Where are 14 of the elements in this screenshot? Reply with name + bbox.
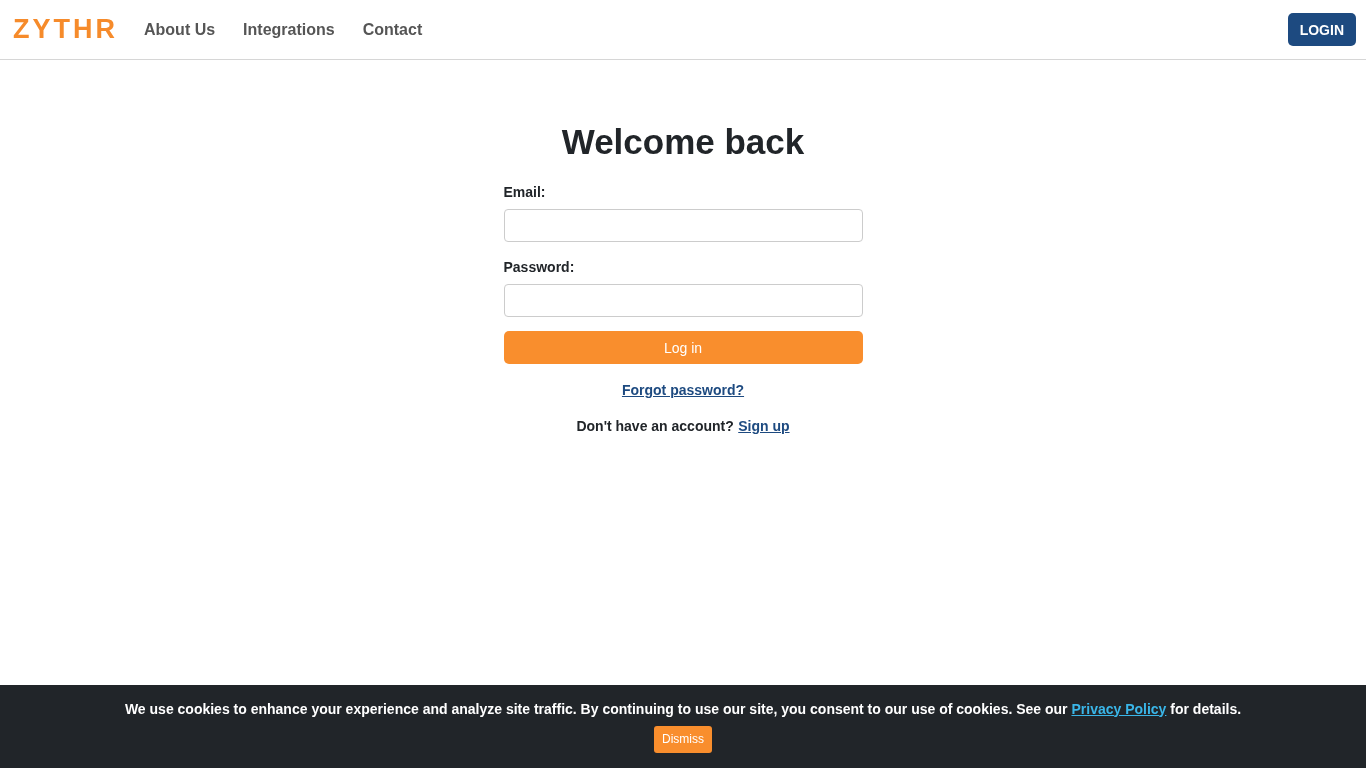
- privacy-policy-link[interactable]: Privacy Policy: [1071, 700, 1167, 717]
- password-field[interactable]: [503, 284, 863, 317]
- nav-link[interactable]: Integrations: [243, 20, 335, 39]
- field-label: Email:: [503, 184, 547, 200]
- signup-link[interactable]: Sign up: [738, 418, 790, 434]
- field-label: Password:: [503, 259, 576, 275]
- forgot-password-link[interactable]: Forgot password?: [621, 382, 745, 398]
- nav-link[interactable]: About Us: [144, 20, 216, 39]
- page-title: Welcome back: [561, 122, 805, 162]
- login-button[interactable]: LOGIN: [1287, 13, 1356, 46]
- email-field[interactable]: [503, 209, 863, 242]
- nav-link[interactable]: Contact: [362, 20, 423, 39]
- signup-prompt: Don't have an account?: [576, 418, 734, 434]
- cookie-notice: We use cookies to enhance your experience and analyze site traffic. By continuing to use our site, you consent to our use of cookies. See our Privacy Policy for details.: [124, 700, 1242, 717]
